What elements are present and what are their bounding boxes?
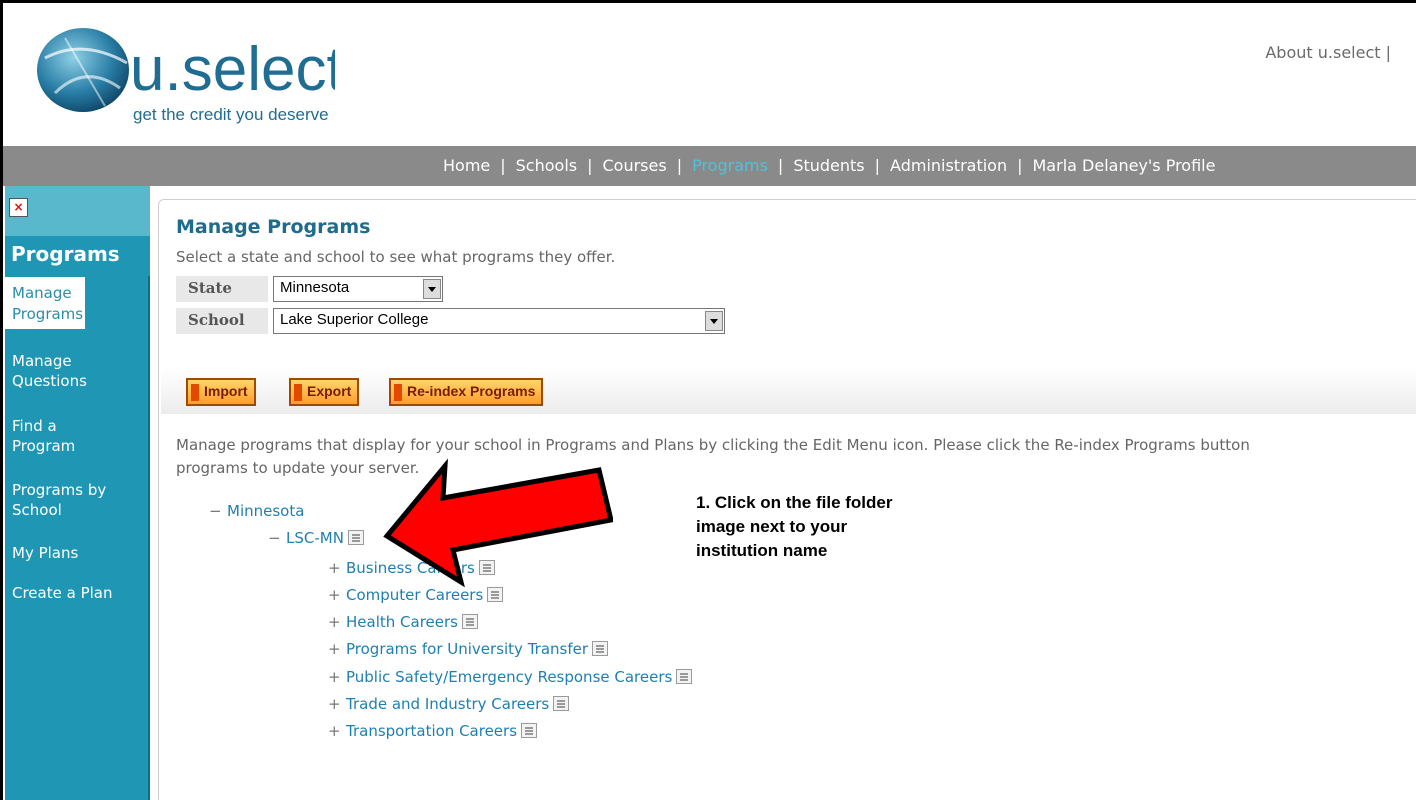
edit-menu-folder-icon[interactable] xyxy=(676,669,693,684)
import-button[interactable]: Import xyxy=(186,378,256,406)
reindex-programs-button[interactable]: Re-index Programs xyxy=(389,378,544,406)
edit-menu-folder-icon[interactable] xyxy=(487,587,504,602)
instruction-callout: 1. Click on the file folder image next t… xyxy=(696,491,996,563)
tree-node-institution[interactable]: − LSC-MN xyxy=(268,529,364,547)
window-frame: u.select get the credit you deserve Abou… xyxy=(0,0,1416,800)
tree-node-label[interactable]: Computer Careers xyxy=(346,586,483,604)
edit-menu-folder-icon[interactable] xyxy=(521,723,538,738)
tree-node-label[interactable]: Trade and Industry Careers xyxy=(346,695,549,713)
nav-administration[interactable]: Administration xyxy=(890,156,1007,175)
sidebar-top: × xyxy=(5,186,150,236)
expand-icon[interactable]: + xyxy=(328,586,346,604)
logo-wordmark: u.select xyxy=(130,35,335,104)
tree-node-state[interactable]: − Minnesota xyxy=(209,502,304,520)
tree-node-program[interactable]: + Trade and Industry Careers xyxy=(328,695,570,713)
nav-students[interactable]: Students xyxy=(793,156,864,175)
tree-node-program[interactable]: + Public Safety/Emergency Response Career… xyxy=(328,668,693,686)
tree-node-program[interactable]: + Programs for University Transfer xyxy=(328,640,609,658)
edit-menu-folder-icon[interactable] xyxy=(347,530,364,545)
collapse-icon[interactable]: − xyxy=(209,502,227,520)
nav-separator: | xyxy=(500,156,506,175)
nav-home[interactable]: Home xyxy=(443,156,490,175)
nav-separator: | xyxy=(1017,156,1023,175)
tree-node-label[interactable]: Minnesota xyxy=(227,502,304,520)
about-link[interactable]: About u.select | xyxy=(1265,43,1391,62)
sidebar-item-programs-by-school[interactable]: Programs by School xyxy=(12,480,122,520)
nav-separator: | xyxy=(587,156,593,175)
top-nav: Home | Schools | Courses | Programs | Students | A… xyxy=(3,146,1416,186)
tree-node-label[interactable]: LSC-MN xyxy=(286,529,344,547)
sidebar-item-create-a-plan[interactable]: Create a Plan xyxy=(12,583,147,603)
red-arrow-annotation xyxy=(383,458,613,588)
sidebar-item-find-a-program[interactable]: Find a Program xyxy=(12,416,102,456)
tree-node-program[interactable]: + Computer Careers xyxy=(328,586,504,604)
tree-node-program[interactable]: + Health Careers xyxy=(328,613,478,631)
tree-node-label[interactable]: Transportation Careers xyxy=(346,722,517,740)
page-subtitle: Select a state and school to see what pr… xyxy=(176,248,616,266)
instruction-line2: image next to your xyxy=(696,517,848,536)
logo-tagline: get the credit you deserve xyxy=(133,105,329,124)
nav-programs[interactable]: Programs xyxy=(692,156,768,175)
sidebar: × Programs Manage Programs Manage Questi… xyxy=(5,186,150,800)
sidebar-item-my-plans[interactable]: My Plans xyxy=(12,543,147,563)
nav-courses[interactable]: Courses xyxy=(602,156,666,175)
instruction-line1: 1. Click on the file folder xyxy=(696,493,893,512)
nav-profile[interactable]: Marla Delaney's Profile xyxy=(1033,156,1216,175)
u-select-logo[interactable]: u.select get the credit you deserve xyxy=(35,18,335,128)
nav-separator: | xyxy=(874,156,881,175)
description-line2: programs to update your server. xyxy=(176,459,420,477)
tree-node-label[interactable]: Public Safety/Emergency Response Careers xyxy=(346,668,672,686)
nav-schools[interactable]: Schools xyxy=(516,156,577,175)
expand-icon[interactable]: + xyxy=(328,613,346,631)
expand-icon[interactable]: + xyxy=(328,668,346,686)
sidebar-item-manage-programs[interactable]: Manage Programs xyxy=(5,277,85,329)
collapse-icon[interactable]: − xyxy=(268,529,286,547)
edit-menu-folder-icon[interactable] xyxy=(553,696,570,711)
header: u.select get the credit you deserve Abou… xyxy=(3,3,1416,146)
chevron-down-icon[interactable] xyxy=(423,279,441,299)
tree-node-label[interactable]: Programs for University Transfer xyxy=(346,640,588,658)
nav-links: Home | Schools | Courses | Programs | Students | A… xyxy=(443,156,1215,175)
nav-separator: | xyxy=(777,156,784,175)
school-select-value: Lake Superior College xyxy=(280,311,429,328)
description: Manage programs that display for your sc… xyxy=(176,434,1416,480)
nav-separator: | xyxy=(676,156,683,175)
tree-node-label[interactable]: Health Careers xyxy=(346,613,458,631)
expand-icon[interactable]: + xyxy=(328,722,346,740)
school-label: School xyxy=(176,308,268,334)
export-button[interactable]: Export xyxy=(289,378,360,406)
expand-icon[interactable]: + xyxy=(328,695,346,713)
expand-icon[interactable]: + xyxy=(328,559,346,577)
state-select[interactable]: Minnesota xyxy=(273,276,443,302)
sidebar-title: Programs xyxy=(5,236,150,276)
page-title: Manage Programs xyxy=(176,216,371,238)
chevron-down-icon[interactable] xyxy=(705,311,723,331)
instruction-line3: institution name xyxy=(696,541,828,560)
tree-node-program[interactable]: + Transportation Careers xyxy=(328,722,538,740)
state-select-value: Minnesota xyxy=(280,279,350,296)
sidebar-item-manage-questions[interactable]: Manage Questions xyxy=(12,351,102,391)
expand-icon[interactable]: + xyxy=(328,640,346,658)
school-select[interactable]: Lake Superior College xyxy=(273,308,725,334)
description-line1: Manage programs that display for your sc… xyxy=(176,436,1250,454)
toolbar: Import Export Re-index Programs xyxy=(161,368,1416,414)
broken-image-icon: × xyxy=(9,198,28,217)
state-label: State xyxy=(176,276,268,302)
edit-menu-folder-icon[interactable] xyxy=(461,614,478,629)
edit-menu-folder-icon[interactable] xyxy=(592,641,609,656)
